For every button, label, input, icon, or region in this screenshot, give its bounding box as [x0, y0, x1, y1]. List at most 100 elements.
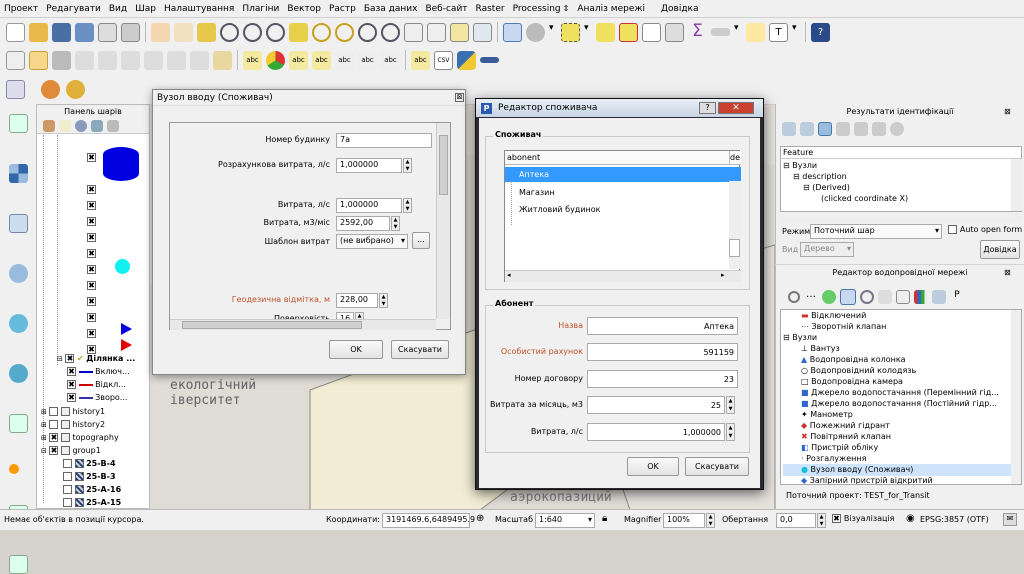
template-browse-button[interactable]: ...	[412, 232, 430, 249]
touch-icon[interactable]	[151, 22, 170, 42]
vertical-scrollbar[interactable]	[1011, 310, 1021, 484]
layer-checkbox[interactable]: ✖	[65, 354, 75, 363]
crs-globe-icon[interactable]: ◉	[906, 513, 915, 524]
style-icon[interactable]	[43, 119, 55, 132]
search-icon[interactable]	[860, 290, 874, 304]
action-icon[interactable]	[526, 22, 545, 42]
layer-checkbox[interactable]	[49, 407, 59, 416]
zoom-out-icon[interactable]	[243, 22, 262, 42]
render-checkbox[interactable]: ✖	[832, 514, 841, 523]
layer-row[interactable]: ✖	[87, 281, 96, 291]
scroll-right-icon[interactable]: ▸	[721, 271, 725, 279]
rotation-stepper[interactable]: ▲ ▼	[817, 513, 826, 528]
cancel-button[interactable]: Скасувати	[391, 340, 449, 359]
toggle-editing-icon[interactable]	[29, 50, 48, 70]
flow-ls-stepper[interactable]: ▲ ▼	[726, 423, 735, 441]
calc-flow-stepper[interactable]: ▲ ▼	[403, 158, 412, 173]
sublayer-row[interactable]: ✖ Включ...	[67, 366, 130, 378]
network-plugin-icon[interactable]	[41, 79, 60, 99]
add-postgis-icon[interactable]	[9, 214, 28, 233]
layer-checkbox[interactable]: ✖	[87, 153, 96, 162]
clear-results-icon[interactable]	[836, 122, 850, 136]
zoom-full-icon[interactable]	[289, 22, 308, 42]
move-feature-icon[interactable]	[98, 50, 117, 70]
node-tool-icon[interactable]	[121, 50, 140, 70]
layer-checkbox[interactable]: ✖	[87, 281, 96, 290]
elevation-field[interactable]: 228,00	[336, 293, 378, 308]
tree-node[interactable]: (clicked coordinate X)	[821, 193, 908, 205]
layer-labeling-icon[interactable]	[266, 50, 285, 70]
layer-row[interactable]: ✖	[87, 329, 96, 339]
layer-checkbox[interactable]	[63, 498, 72, 507]
rotate-label-icon[interactable]: abc	[358, 50, 377, 70]
menu-network-analysis[interactable]: ⇕ Аналіз мережі	[563, 4, 653, 14]
add-delimited-icon[interactable]	[9, 464, 19, 474]
close-icon[interactable]: ⊠	[455, 93, 464, 102]
layer-checkbox[interactable]	[63, 459, 72, 468]
auto-open-checkbox[interactable]	[948, 225, 957, 234]
label-icon[interactable]: abc	[243, 50, 262, 70]
report-icon[interactable]	[896, 290, 910, 304]
tree-item[interactable]: ◆ Запірний пристрій відкритий	[801, 475, 933, 484]
cut-icon[interactable]	[167, 50, 186, 70]
menu-database[interactable]: База даних	[364, 4, 418, 14]
zoom-layer-icon[interactable]	[312, 22, 331, 42]
pan-to-selection-icon[interactable]	[197, 22, 216, 42]
menu-raster-en[interactable]: Raster	[476, 4, 505, 14]
horizontal-scrollbar[interactable]	[780, 214, 1022, 222]
flow-m3-stepper[interactable]: ▲ ▼	[391, 216, 400, 231]
layer-checkbox[interactable]: ✖	[67, 367, 76, 376]
magnifier-stepper[interactable]: ▲ ▼	[706, 513, 715, 528]
delete-selected-icon[interactable]	[144, 50, 163, 70]
coordinate-toggle-icon[interactable]: ⊕	[476, 513, 484, 524]
layer-checkbox[interactable]: ✖	[49, 446, 59, 455]
layer-checkbox[interactable]: ✖	[87, 185, 96, 194]
help-button[interactable]: ?	[699, 102, 716, 114]
house-number-field[interactable]: 7a	[336, 133, 432, 148]
layer-row[interactable]: ✖	[87, 297, 96, 307]
add-wfs-icon[interactable]	[9, 414, 28, 433]
horizontal-scrollbar[interactable]	[170, 319, 436, 330]
layer-checkbox[interactable]	[63, 485, 72, 494]
layout-manager-icon[interactable]	[121, 22, 140, 42]
layer-checkbox[interactable]: ✖	[87, 233, 96, 242]
current-edits-icon[interactable]	[6, 50, 25, 70]
menu-view[interactable]: Вид	[109, 4, 127, 14]
layer-row[interactable]: ✖	[87, 313, 96, 323]
csv-icon[interactable]: CSV	[434, 50, 453, 70]
column-header-abonent[interactable]: abonent	[505, 151, 729, 165]
menu-web[interactable]: Веб-сайт	[425, 4, 467, 14]
vertical-scrollbar[interactable]	[1011, 159, 1022, 211]
ok-button[interactable]: OK	[329, 340, 383, 359]
render-toggle[interactable]: ✖ Візуалізація	[832, 514, 894, 524]
menu-edit[interactable]: Редагувати	[46, 4, 101, 14]
template-select[interactable]: (не вибрано) ▾	[336, 234, 408, 249]
copy-feature-icon[interactable]	[854, 122, 868, 136]
print-icon[interactable]	[872, 122, 886, 136]
menu-plugins[interactable]: Плагіни	[242, 4, 279, 14]
close-icon[interactable]: ⊠	[1004, 107, 1011, 116]
plugin-abc-icon[interactable]: abc	[411, 50, 430, 70]
visibility-icon[interactable]	[75, 119, 87, 132]
help-icon[interactable]: ?	[811, 22, 830, 42]
vertical-scrollbar[interactable]	[436, 123, 450, 319]
profile-icon[interactable]: P	[950, 290, 964, 304]
calc-flow-field[interactable]: 1,000000	[336, 158, 402, 173]
lock-icon[interactable]: 🔒︎	[602, 513, 607, 524]
zoom-last-icon[interactable]	[358, 22, 377, 42]
rotation-field[interactable]: 0,0	[776, 513, 816, 528]
zoom-selection-icon[interactable]	[335, 22, 354, 42]
zoom-next-icon[interactable]	[381, 22, 400, 42]
select-by-value-icon[interactable]	[596, 22, 615, 42]
layer-item-history2[interactable]: ⊞ history2	[41, 419, 105, 431]
calc-icon[interactable]	[878, 290, 892, 304]
layer-row[interactable]: ✖	[87, 217, 96, 227]
expand-icon[interactable]	[107, 119, 119, 132]
add-wms-icon[interactable]	[9, 364, 28, 383]
mode-select[interactable]: Поточний шар ▾	[810, 224, 942, 239]
scroll-thumb[interactable]	[729, 239, 740, 257]
more-icon[interactable]: …	[804, 290, 818, 304]
plugin-tool-icon[interactable]	[480, 57, 499, 63]
menu-settings[interactable]: Налаштування	[164, 4, 234, 14]
raster-item[interactable]: 25-A-15	[63, 497, 121, 509]
